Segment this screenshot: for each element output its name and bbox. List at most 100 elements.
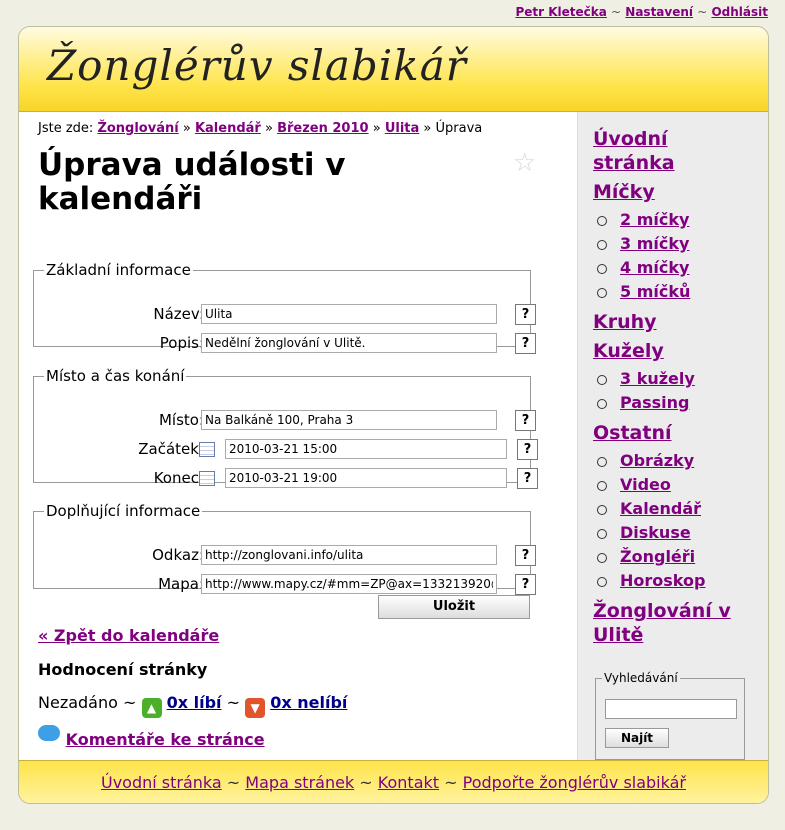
sidebar-subitem[interactable]: Passing [596, 393, 689, 412]
footer-link-sitemap[interactable]: Mapa stránek [245, 773, 354, 792]
place-input[interactable] [201, 410, 497, 430]
basic-info-fieldset: Základní informace Název: ? Popis: ? [33, 261, 536, 354]
extra-info-legend: Doplňující informace [46, 502, 201, 520]
breadcrumb-separator: » [182, 121, 191, 136]
comments-row: Komentáře ke stránce [38, 725, 265, 749]
sidebar: Úvodní stránka Míčky 2 míčky 3 míčky 4 m… [577, 112, 768, 760]
sidebar-item-balls[interactable]: Míčky [593, 180, 655, 204]
breadcrumb-link-juggling[interactable]: Žonglování [97, 121, 178, 136]
site-header: Žonglérův slabikář [19, 27, 768, 112]
map-row: Mapa: ? [34, 574, 544, 596]
dislike-link[interactable]: 0x nelíbí [270, 693, 347, 712]
separator: ~ [611, 5, 622, 19]
sidebar-subitem[interactable]: Horoskop [596, 571, 705, 590]
sidebar-subitem[interactable]: 5 míčků [596, 282, 690, 301]
sidebar-item-rings[interactable]: Kruhy [593, 310, 657, 334]
place-time-legend: Místo a čas konání [46, 367, 185, 385]
end-input[interactable] [225, 468, 507, 488]
search-input[interactable] [605, 699, 737, 719]
sidebar-subitem[interactable]: Kalendář [596, 499, 701, 518]
breadcrumb-link-calendar[interactable]: Kalendář [195, 121, 261, 136]
help-icon[interactable]: ? [515, 410, 536, 431]
start-input[interactable] [225, 439, 507, 459]
name-input[interactable] [201, 304, 497, 324]
speech-bubble-icon [38, 725, 60, 741]
top-user-bar: Petr Kletečka ~ Nastavení ~ Odhlásit [515, 5, 768, 19]
sidebar-subitem[interactable]: Video [597, 475, 671, 494]
sidebar-item-clubs[interactable]: Kužely [593, 339, 664, 363]
site-footer: Úvodní stránka ~ Mapa stránek ~ Kontakt … [19, 760, 768, 803]
breadcrumb-separator: » [372, 121, 381, 136]
extra-info-fieldset: Doplňující informace Odkaz: ? Mapa: ? [33, 502, 536, 595]
sidebar-item-other[interactable]: Ostatní [593, 421, 672, 445]
save-button[interactable]: Uložit [378, 595, 530, 619]
breadcrumb-separator: » [423, 121, 432, 136]
separator: ~ [226, 693, 241, 712]
separator: ~ [359, 773, 373, 792]
settings-link[interactable]: Nastavení [625, 5, 693, 19]
site-logo[interactable]: Žonglérův slabikář [47, 41, 467, 90]
start-label: Začátek: [138, 440, 204, 458]
end-row: Konec: ? [34, 468, 544, 490]
back-to-calendar-link[interactable]: « Zpět do kalendáře [38, 626, 219, 645]
start-row: Začátek: ? [34, 439, 544, 461]
sidebar-subitem[interactable]: 3 míčky [596, 234, 689, 253]
search-button[interactable]: Najít [605, 728, 669, 748]
search-legend: Vyhledávání [602, 671, 680, 685]
rating-status: Nezadáno ~ [38, 693, 137, 712]
basic-info-legend: Základní informace [46, 261, 191, 279]
help-icon[interactable]: ? [515, 304, 536, 325]
sidebar-item-home[interactable]: Úvodní stránka [593, 127, 743, 175]
calendar-icon[interactable] [199, 471, 215, 486]
description-label: Popis: [159, 334, 204, 352]
link-input[interactable] [201, 545, 497, 565]
user-profile-link[interactable]: Petr Kletečka [515, 5, 606, 19]
search-box: Vyhledávání Najít [595, 671, 745, 760]
sidebar-subitem[interactable]: 3 kužely [597, 369, 695, 388]
sidebar-item-local[interactable]: Žonglování v Ulitě [593, 599, 763, 647]
link-label: Odkaz: [152, 546, 204, 564]
help-icon[interactable]: ? [515, 333, 536, 354]
thumbs-up-icon[interactable]: ▲ [141, 698, 162, 718]
calendar-icon[interactable] [199, 442, 215, 457]
thumbs-down-icon[interactable]: ▼ [245, 698, 266, 718]
sidebar-subitem[interactable]: Obrázky [596, 451, 694, 470]
map-label: Mapa: [158, 575, 204, 593]
breadcrumb-current: Úprava [435, 121, 483, 136]
rating-heading: Hodnocení stránky [38, 660, 208, 679]
link-row: Odkaz: ? [34, 545, 544, 567]
sidebar-subitem[interactable]: 2 míčky [596, 210, 689, 229]
star-icon[interactable]: ☆ [513, 148, 536, 178]
footer-link-support[interactable]: Podpořte žonglérův slabikář [463, 773, 686, 792]
page-title: Úprava události v kalendáři [38, 147, 346, 217]
name-row: Název: ? [34, 304, 544, 326]
help-icon[interactable]: ? [515, 545, 536, 566]
like-link[interactable]: 0x líbí [167, 693, 222, 712]
breadcrumb: Jste zde: Žonglování » Kalendář » Březen… [38, 121, 482, 136]
end-label: Konec: [153, 469, 204, 487]
description-input[interactable] [201, 333, 497, 353]
rating-row: Nezadáno ~ ▲ 0x líbí ~ ▼ 0x nelíbí [38, 693, 347, 718]
main-content: Jste zde: Žonglování » Kalendář » Březen… [19, 112, 577, 760]
breadcrumb-prefix: Jste zde: [38, 121, 94, 136]
help-icon[interactable]: ? [515, 574, 536, 595]
footer-link-contact[interactable]: Kontakt [378, 773, 439, 792]
page-frame: Žonglérův slabikář Jste zde: Žonglování … [18, 26, 769, 804]
footer-link-home[interactable]: Úvodní stránka [101, 773, 222, 792]
help-icon[interactable]: ? [517, 439, 538, 460]
comments-link[interactable]: Komentáře ke stránce [66, 730, 265, 749]
logout-link[interactable]: Odhlásit [711, 5, 768, 19]
place-row: Místo: ? [34, 410, 544, 432]
place-label: Místo: [158, 411, 204, 429]
help-icon[interactable]: ? [517, 468, 538, 489]
name-label: Název: [153, 305, 204, 323]
separator: ~ [444, 773, 458, 792]
map-input[interactable] [201, 574, 497, 594]
separator: ~ [226, 773, 241, 792]
breadcrumb-link-event[interactable]: Ulita [385, 121, 419, 136]
sidebar-subitem[interactable]: 4 míčky [596, 258, 689, 277]
sidebar-subitem[interactable]: Žongléři [596, 547, 695, 566]
sidebar-subitem[interactable]: Diskuse [597, 523, 691, 542]
breadcrumb-link-month[interactable]: Březen 2010 [277, 121, 368, 136]
breadcrumb-separator: » [264, 121, 273, 136]
